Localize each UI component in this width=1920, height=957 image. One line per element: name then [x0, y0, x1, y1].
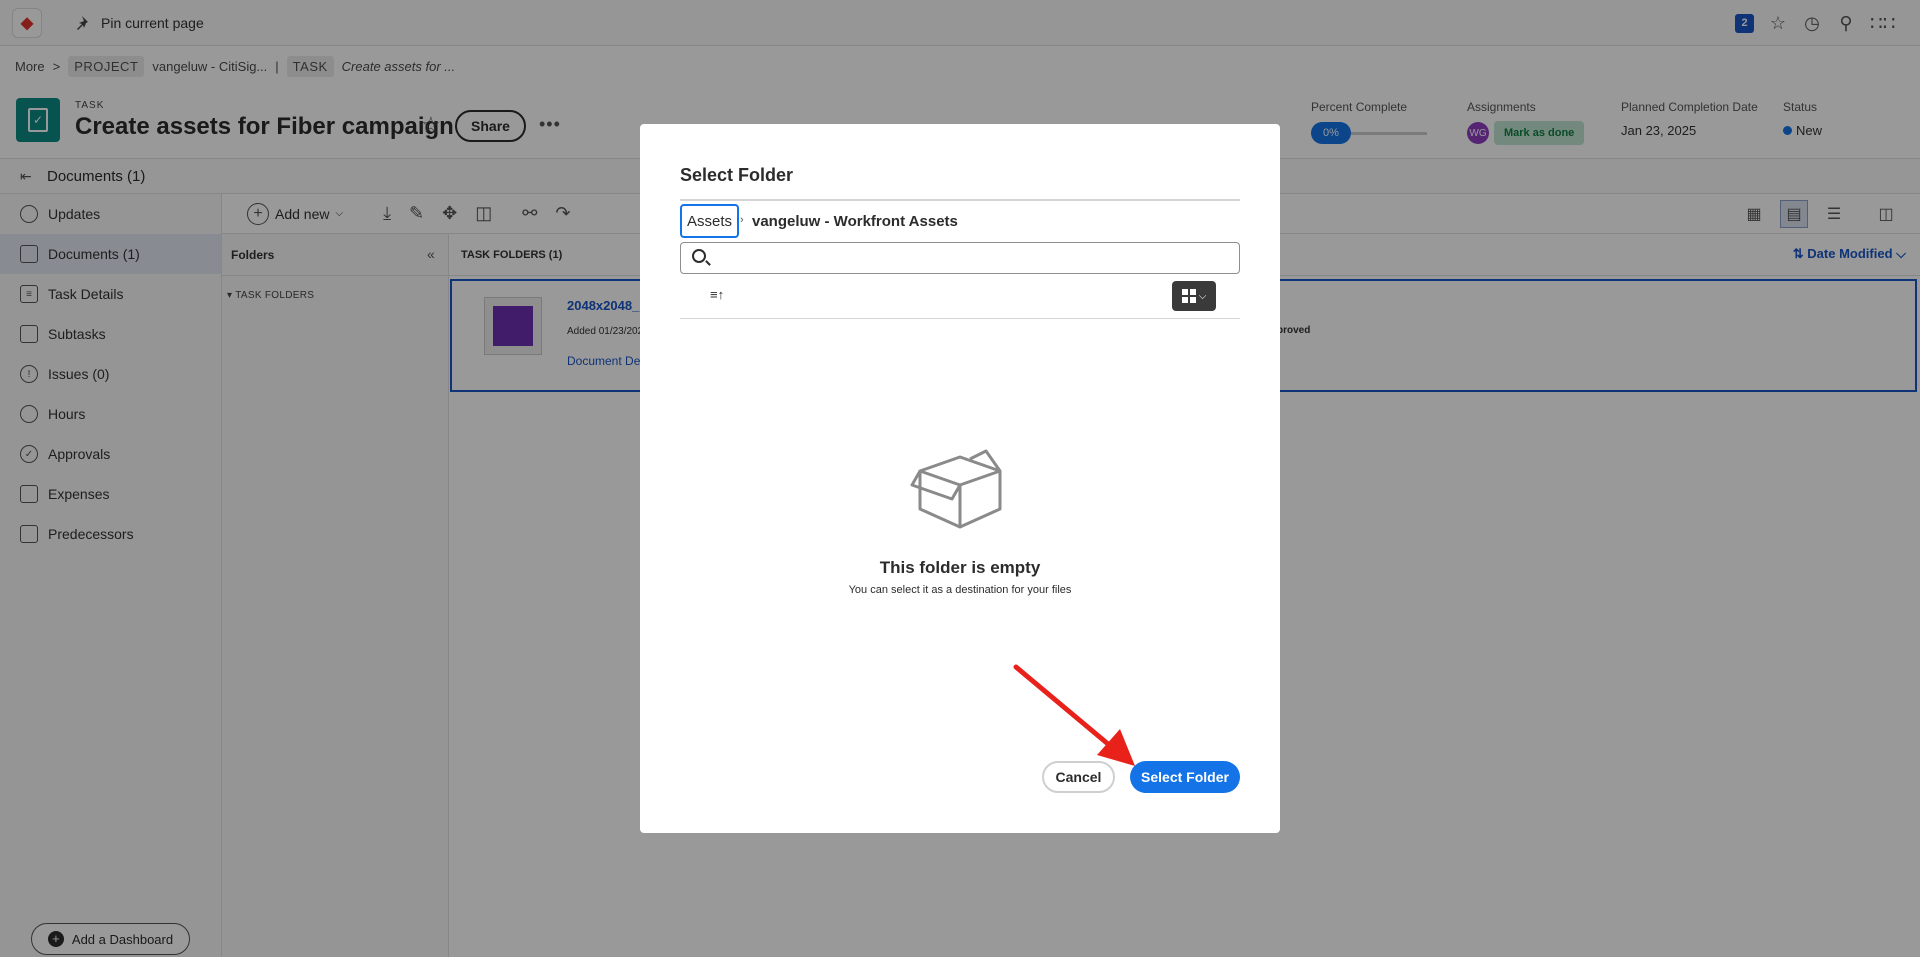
empty-state-subtitle: You can select it as a destination for y… — [848, 584, 1072, 596]
annotation-arrow-icon — [1013, 664, 1135, 766]
search-icon — [692, 249, 706, 263]
folder-search-field[interactable] — [680, 242, 1240, 274]
dialog-divider — [680, 199, 1240, 201]
chevron-down-icon: ⌵ — [1198, 290, 1207, 302]
select-folder-dialog: Select Folder Assets › vangeluw - Workfr… — [640, 124, 1280, 833]
folder-search-input[interactable] — [715, 243, 1235, 273]
sort-order-icon[interactable]: ≡↑ — [710, 287, 724, 302]
dialog-title: Select Folder — [680, 165, 794, 185]
breadcrumb-assets-link[interactable]: Assets — [680, 204, 739, 238]
empty-state-title: This folder is empty — [879, 558, 1041, 577]
empty-box-icon — [910, 449, 1002, 529]
breadcrumb-current-folder: vangeluw - Workfront Assets — [752, 213, 958, 230]
view-mode-dropdown[interactable]: ⌵ — [1172, 281, 1216, 311]
grid-view-icon — [1181, 289, 1196, 303]
dialog-list-divider — [680, 318, 1240, 319]
select-folder-button[interactable]: Select Folder — [1130, 761, 1240, 793]
chevron-right-icon: › — [740, 214, 744, 226]
